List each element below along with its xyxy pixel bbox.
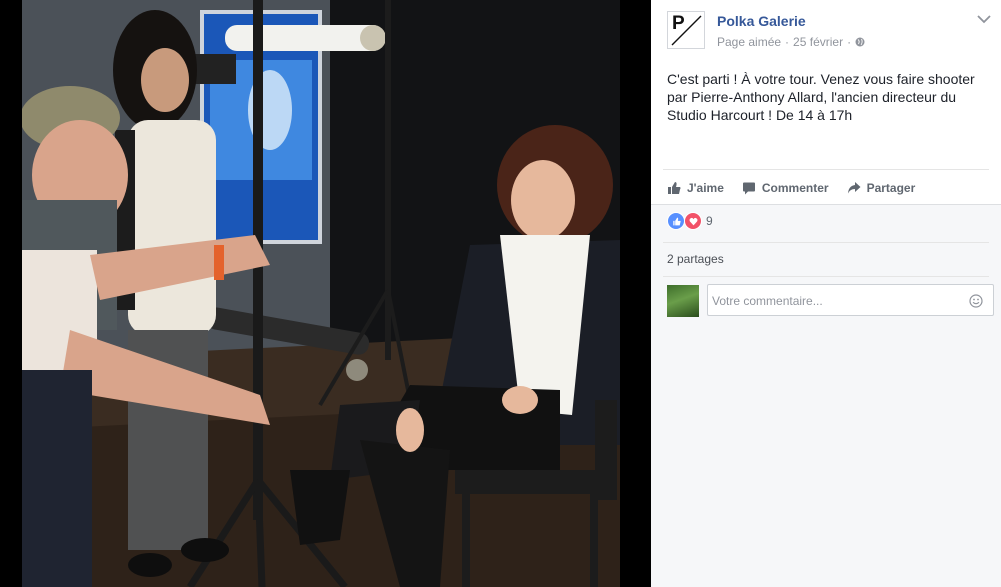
shares-count-link[interactable]: 2 partages: [667, 252, 724, 266]
like-reaction-icon: [667, 212, 685, 230]
divider: [651, 204, 1001, 205]
meta-separator: ·: [847, 35, 852, 49]
meta-separator: ·: [785, 35, 790, 49]
avatar[interactable]: [667, 285, 699, 317]
comment-label: Commenter: [761, 181, 829, 195]
page-name-link[interactable]: Polka Galerie: [717, 13, 806, 29]
photo-illustration: [0, 0, 651, 587]
globe-icon[interactable]: [855, 37, 865, 47]
share-arrow-icon: [847, 182, 861, 194]
comment-icon: [742, 182, 755, 195]
post-date-link[interactable]: 25 février: [793, 35, 843, 49]
divider: [663, 242, 989, 243]
post-photo[interactable]: [0, 0, 651, 587]
logo-letter: P: [672, 13, 685, 34]
reaction-count: 9: [706, 214, 713, 228]
like-label: J'aime: [687, 181, 724, 195]
divider: [663, 276, 989, 277]
comment-input[interactable]: Votre commentaire...: [707, 284, 994, 316]
post-meta: Page aimée · 25 février ·: [717, 35, 865, 49]
share-label: Partager: [866, 181, 916, 195]
reactions-summary[interactable]: 9: [667, 212, 713, 230]
comment-button[interactable]: Commenter: [742, 177, 829, 199]
divider: [663, 169, 989, 170]
emoji-smile-icon[interactable]: [969, 294, 983, 308]
chevron-down-icon[interactable]: [977, 14, 991, 24]
page-liked-status: Page aimée: [717, 35, 782, 49]
share-button[interactable]: Partager: [847, 177, 916, 199]
post-actions: J'aime Commenter Partager: [667, 177, 989, 199]
love-reaction-icon: [684, 212, 702, 230]
page-logo[interactable]: P: [667, 11, 705, 49]
thumbs-up-icon: [668, 182, 681, 194]
like-button[interactable]: J'aime: [667, 177, 724, 199]
post-text: C'est parti ! À votre tour. Venez vous f…: [667, 71, 975, 123]
post-side-panel: P Polka Galerie Page aimée · 25 février …: [651, 0, 1001, 587]
comment-placeholder: Votre commentaire...: [712, 294, 823, 308]
